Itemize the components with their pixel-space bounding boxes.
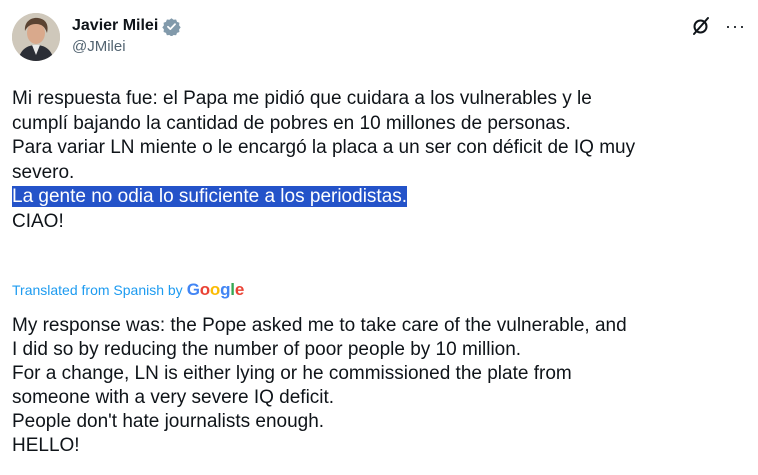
translated-line: I did so by reducing the number of poor … [12,339,522,360]
translated-line: For a change, LN is either lying or he c… [12,363,572,384]
tweet-header: Javier Milei @JMilei ··· [12,10,746,70]
grok-icon[interactable] [691,16,711,36]
translation-attribution[interactable]: Translated from Spanish by Google [12,280,244,300]
translated-text: My response was: the Pope asked me to ta… [12,314,752,458]
header-actions: ··· [691,16,746,36]
tweet-line: Mi respuesta fue: el Papa me pidió que c… [12,88,592,109]
tweet-highlighted-line: La gente no odia lo suficiente a los per… [12,185,752,210]
author-name[interactable]: Javier Milei [72,16,158,36]
translated-line: People don't hate journalists enough. [12,411,325,432]
tweet-card: Javier Milei @JMilei ··· Mi respuesta fu… [0,0,758,475]
tweet-line: cumplí bajando la cantidad de pobres en … [12,112,571,134]
translated-line: someone with a very severe IQ deficit. [12,387,335,408]
author-block: Javier Milei @JMilei [72,16,181,57]
translated-line: HELLO! [12,435,80,456]
tweet-line: severo. [12,161,75,183]
verified-badge-icon[interactable] [162,17,181,37]
more-icon[interactable]: ··· [725,17,746,35]
avatar[interactable] [12,13,60,61]
selected-text[interactable]: La gente no odia lo suficiente a los per… [12,186,408,207]
translation-label: Translated from Spanish by [12,282,183,298]
tweet-text: Mi respuesta fue: el Papa me pidió que c… [12,87,752,234]
tweet-closing: CIAO! [12,210,64,232]
avatar-image [12,13,60,61]
translated-line: My response was: the Pope asked me to ta… [12,315,627,336]
tweet-line: Para variar LN miente o le encargó la pl… [12,137,636,158]
author-name-row: Javier Milei [72,16,181,37]
author-handle[interactable]: @JMilei [72,37,181,57]
google-logo: Google [186,280,245,299]
